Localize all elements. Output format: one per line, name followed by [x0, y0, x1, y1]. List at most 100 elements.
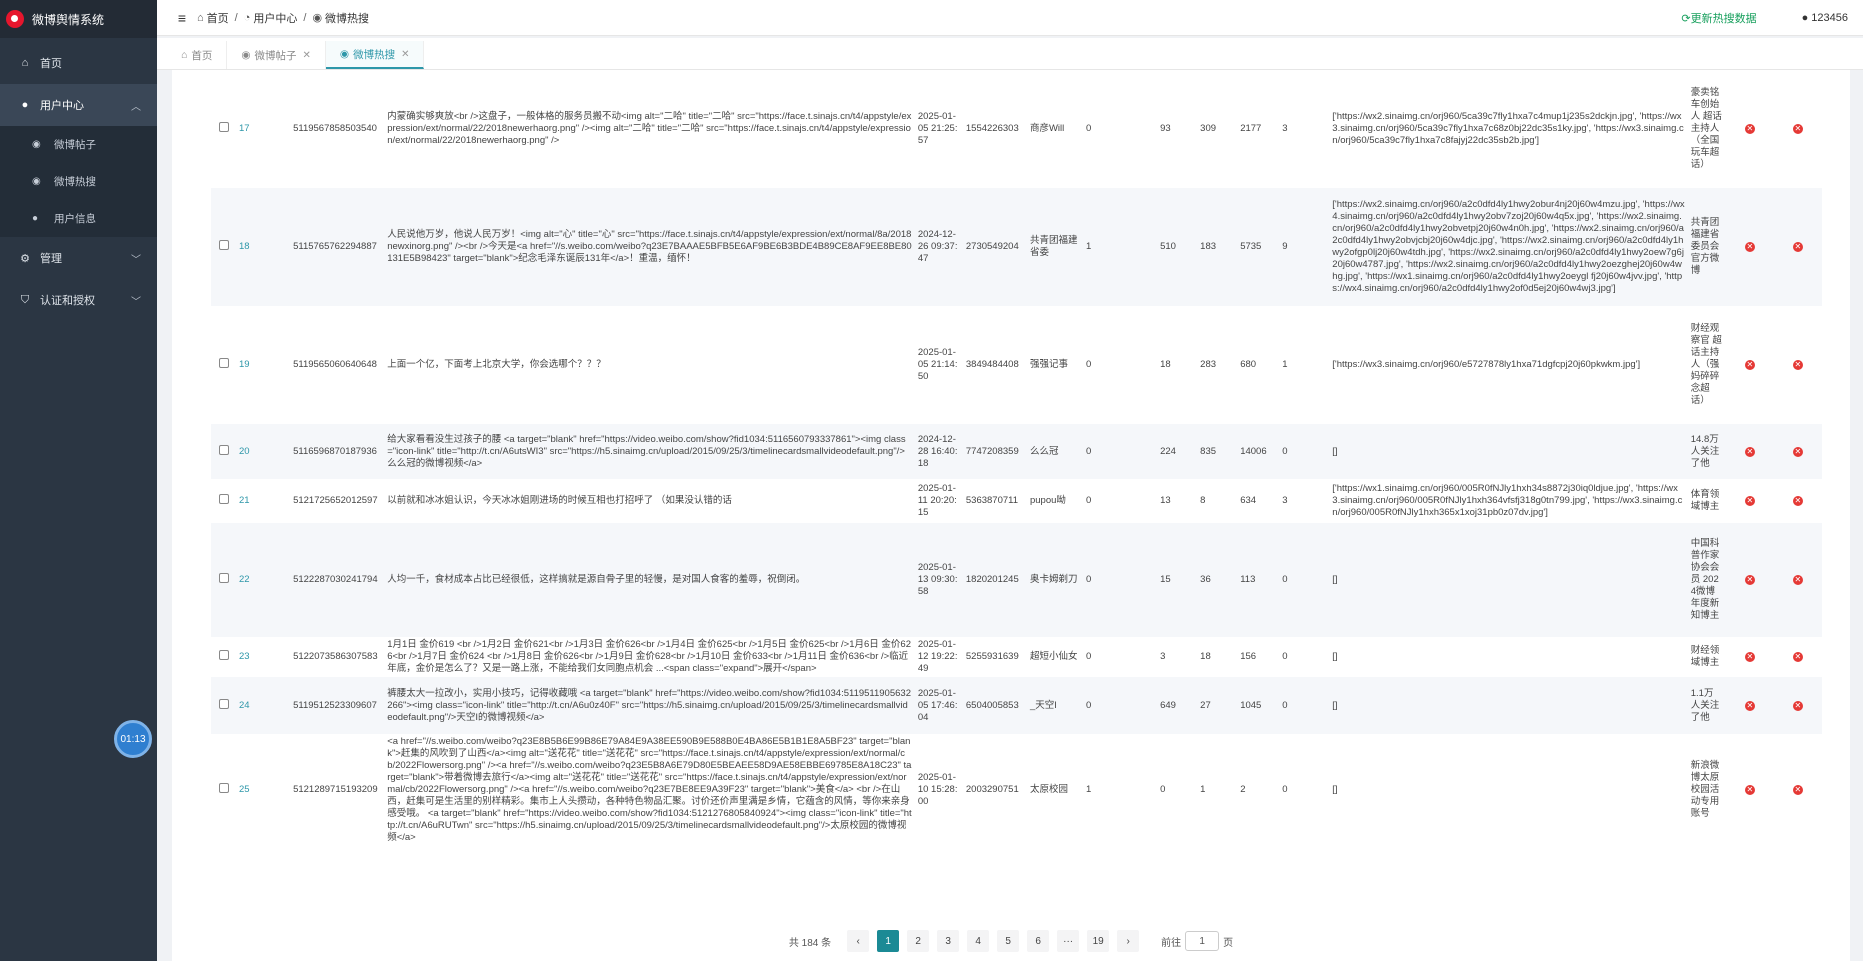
weibo-icon: ◉	[241, 49, 251, 61]
table-cell: ✕	[1773, 523, 1822, 637]
sidebar-item-label: 认证和授权	[40, 295, 95, 307]
table-cell: []	[1329, 734, 1688, 846]
table-cell: ['https://wx2.sinaimg.cn/orj960/5ca39c7f…	[1329, 70, 1688, 188]
sidebar-item-user-info[interactable]: ● 用户信息	[0, 200, 157, 237]
page-button[interactable]: 6	[1027, 930, 1050, 952]
page-button[interactable]: 5	[997, 930, 1020, 952]
table-cell: 以前就和冰冰姐认识，今天冰冰姐刚进场的时候互相也打招呼了 （如果没认错的话	[384, 479, 915, 523]
row-checkbox[interactable]	[218, 358, 229, 368]
table-cell: 0	[1083, 424, 1158, 479]
page-button[interactable]: 4	[967, 930, 990, 952]
table-cell: 0	[1083, 479, 1158, 523]
stat-value: 27	[1200, 699, 1211, 711]
table-cell: 14006	[1237, 424, 1280, 479]
table-cell: ✕	[1773, 188, 1822, 306]
delete-icon[interactable]: ✕	[1792, 575, 1803, 585]
tab-weibo-hot[interactable]: ◉ 微博热搜 ✕	[325, 41, 425, 69]
table-row: 17 5119567858503540 内蒙确实够爽放<br />这盘子，一般体格的…	[211, 70, 1822, 188]
delete-icon[interactable]: ✕	[1744, 575, 1755, 585]
delete-icon[interactable]: ✕	[1792, 242, 1803, 252]
table-cell: ✕	[1773, 306, 1822, 424]
delete-icon[interactable]: ✕	[1744, 652, 1755, 662]
table-cell: 0	[1083, 637, 1158, 677]
row-index: 24	[239, 699, 250, 711]
sidebar-item-weibo-posts[interactable]: ◉ 微博帖子	[0, 126, 157, 163]
post-time: 2025-01-12 19:22:49	[917, 639, 958, 674]
more-pages-button[interactable]: ···	[1057, 930, 1080, 952]
user-menu[interactable]: ● 123456	[1802, 12, 1848, 24]
table-row: 21 5121725652012597 以前就和冰冰姐认识，今天冰冰姐刚进场的时候互…	[211, 479, 1822, 523]
tab-home[interactable]: ⌂ 首页	[167, 41, 228, 69]
sidebar-item-auth[interactable]: ⛉ 认证和授权 ﹀	[0, 279, 157, 321]
page-button[interactable]: 1	[877, 930, 900, 952]
page-button[interactable]: 19	[1087, 930, 1110, 952]
row-checkbox[interactable]	[218, 573, 229, 583]
stat-value: 224	[1160, 445, 1176, 457]
table-cell: ✕	[1773, 70, 1822, 188]
close-icon[interactable]: ✕	[303, 50, 311, 61]
post-id: 5121289715193209	[293, 784, 378, 795]
user-name: 奥卡姆剃刀	[1029, 574, 1078, 585]
sidebar-item-weibo-hot[interactable]: ◉ 微博热搜	[0, 163, 157, 200]
stat-value: 283	[1200, 359, 1217, 370]
timer-badge[interactable]: 01:13	[114, 720, 152, 758]
row-checkbox[interactable]	[218, 240, 229, 250]
delete-icon[interactable]: ✕	[1792, 652, 1803, 662]
table-cell: 18	[1157, 306, 1198, 424]
menu-toggle-icon[interactable]: ≡	[167, 10, 197, 26]
stat-value: 835	[1200, 445, 1217, 457]
tab-weibo-posts[interactable]: ◉ 微博帖子 ✕	[227, 41, 326, 69]
table-cell: ✕	[1725, 306, 1774, 424]
sidebar-item-home[interactable]: ⌂ 首页	[0, 42, 157, 84]
table-cell	[211, 479, 237, 523]
stat-value: 0	[1086, 445, 1092, 457]
post-id: 5119512523309607	[293, 699, 377, 711]
table-row: 22 5122287030241794 人均一千，食材成本占比已经很低，这样搞就是源…	[211, 523, 1822, 637]
refresh-icon: ⟳	[1681, 12, 1691, 25]
prev-page-button[interactable]: ‹	[847, 930, 870, 952]
sidebar-item-manage[interactable]: ⚙ 管理 ﹀	[0, 237, 157, 279]
table-cell: 2025-01-05 21:25:57	[914, 70, 963, 188]
next-page-button[interactable]: ›	[1117, 930, 1140, 952]
post-time: 2025-01-05 21:25:57	[917, 111, 958, 146]
table-cell: 5116596870187936	[290, 424, 385, 479]
sidebar-item-user-center[interactable]: ● 用户中心 ︿	[0, 84, 157, 126]
delete-icon[interactable]: ✕	[1744, 360, 1755, 370]
delete-icon[interactable]: ✕	[1792, 446, 1803, 457]
row-checkbox[interactable]	[218, 444, 229, 455]
stat-value: 0	[1086, 359, 1092, 370]
delete-icon[interactable]: ✕	[1744, 496, 1755, 506]
table-cell: ✕	[1725, 479, 1774, 523]
home-icon: ⌂	[197, 11, 204, 24]
delete-icon[interactable]: ✕	[1792, 124, 1803, 134]
page-button[interactable]: 2	[907, 930, 930, 952]
delete-icon[interactable]: ✕	[1744, 242, 1755, 252]
table-cell: 0	[1279, 424, 1330, 479]
stat-value: 0	[1086, 699, 1092, 711]
delete-icon[interactable]: ✕	[1744, 785, 1755, 795]
row-checkbox[interactable]	[218, 698, 229, 709]
row-checkbox[interactable]	[218, 650, 229, 660]
row-checkbox[interactable]	[218, 122, 229, 132]
delete-icon[interactable]: ✕	[1792, 496, 1803, 506]
close-icon[interactable]: ✕	[401, 49, 409, 60]
page-jump-input[interactable]: 1	[1185, 931, 1220, 951]
top-header: ≡ ⌂ 首页 / ◔ 用户中心 / ◉ 微博热搜 ⟳更新热搜数据 ● 12345…	[157, 0, 1863, 36]
stat-value: 2177	[1240, 123, 1262, 134]
image-urls: ['https://wx2.sinaimg.cn/orj960/a2c0dfd4…	[1332, 199, 1685, 294]
table-cell: 2003290751	[962, 734, 1027, 846]
breadcrumb-item: 微博热搜	[325, 12, 370, 25]
breadcrumb-item[interactable]: 首页	[207, 10, 229, 26]
row-checkbox[interactable]	[218, 494, 229, 504]
refresh-hot-button[interactable]: ⟳更新热搜数据	[1681, 10, 1756, 26]
delete-icon[interactable]: ✕	[1744, 446, 1755, 457]
stat-value: 3	[1282, 123, 1288, 134]
delete-icon[interactable]: ✕	[1744, 124, 1755, 134]
delete-icon[interactable]: ✕	[1792, 360, 1803, 370]
delete-icon[interactable]: ✕	[1792, 700, 1803, 711]
page-button[interactable]: 3	[937, 930, 960, 952]
row-checkbox[interactable]	[218, 783, 229, 793]
delete-icon[interactable]: ✕	[1792, 785, 1803, 795]
breadcrumb-item[interactable]: 用户中心	[253, 10, 297, 26]
delete-icon[interactable]: ✕	[1744, 700, 1755, 711]
